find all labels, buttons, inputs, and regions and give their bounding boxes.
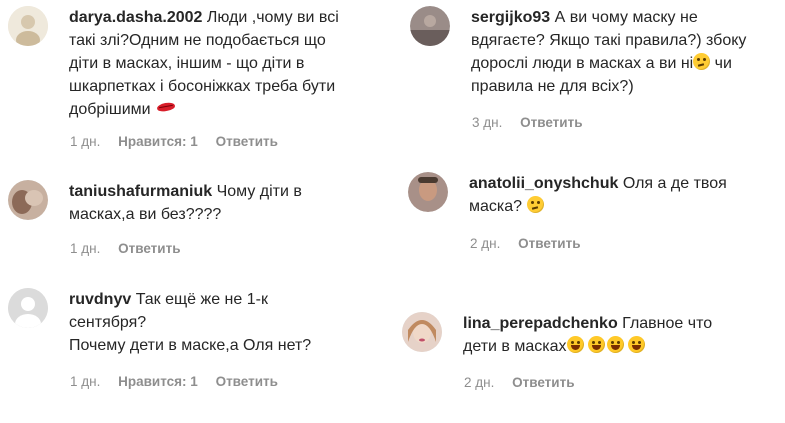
avatar[interactable] bbox=[8, 6, 48, 46]
comment-meta: 3 дн. Ответить bbox=[472, 115, 597, 130]
comment-line: Люди ,чому ви всі bbox=[206, 9, 339, 26]
comment-line: шкарпетках і босоніжках треба бути bbox=[69, 78, 336, 95]
comment-line: добрішими bbox=[69, 101, 151, 118]
comment-time[interactable]: 3 дн. bbox=[472, 115, 502, 130]
comment-text: sergijko93 А ви чому маску не вдягаєте? … bbox=[471, 6, 781, 98]
comment: taniushafurmaniuk Чому діти в масках,а в… bbox=[8, 180, 388, 270]
comment-username[interactable]: sergijko93 bbox=[471, 9, 550, 26]
comment-username[interactable]: ruvdnyv bbox=[69, 291, 131, 308]
comment-line-tail: чи bbox=[710, 55, 732, 72]
comment: anatolii_onyshchuk Оля а де твоя маска? … bbox=[408, 172, 778, 262]
thinking-face-icon bbox=[526, 196, 544, 213]
comment-body: ruvdnyv Так ещё же не 1-к сентября? Поче… bbox=[69, 288, 389, 357]
comments-panel: darya.dasha.2002 Люди ,чому ви всі такі … bbox=[0, 0, 785, 423]
reply-button[interactable]: Ответить bbox=[216, 134, 278, 149]
comment-meta: 1 дн. Нравится: 1 Ответить bbox=[70, 134, 292, 149]
reply-button[interactable]: Ответить bbox=[512, 375, 574, 390]
reply-button[interactable]: Ответить bbox=[518, 236, 580, 251]
comment-line: дети в масках bbox=[463, 338, 567, 355]
comment-meta: 1 дн. Нравится: 1 Ответить bbox=[70, 374, 292, 389]
comment-line: Главное что bbox=[622, 315, 713, 332]
reply-button[interactable]: Ответить bbox=[520, 115, 582, 130]
comment-line: дорослі люди в масках а ви ні bbox=[471, 55, 694, 72]
comment-body: sergijko93 А ви чому маску не вдягаєте? … bbox=[471, 6, 781, 98]
comment-username[interactable]: anatolii_onyshchuk bbox=[469, 175, 618, 192]
reply-button[interactable]: Ответить bbox=[216, 374, 278, 389]
comment-body: anatolii_onyshchuk Оля а де твоя маска? bbox=[469, 172, 779, 218]
comment: ruvdnyv Так ещё же не 1-к сентября? Поче… bbox=[8, 288, 388, 398]
comment: darya.dasha.2002 Люди ,чому ви всі такі … bbox=[8, 6, 388, 156]
comment-line: Так ещё же не 1-к bbox=[135, 291, 268, 308]
comment-line: вдягаєте? Якщо такі правила?) збоку bbox=[471, 32, 747, 49]
reply-button[interactable]: Ответить bbox=[118, 241, 180, 256]
comment-username[interactable]: lina_perepadchenko bbox=[463, 315, 618, 332]
avatar-image-icon bbox=[402, 312, 442, 352]
comment-time[interactable]: 1 дн. bbox=[70, 374, 100, 389]
comment-time[interactable]: 2 дн. bbox=[470, 236, 500, 251]
avatar[interactable] bbox=[402, 312, 442, 352]
likes-count[interactable]: Нравится: 1 bbox=[118, 374, 198, 389]
comment-meta: 2 дн. Ответить bbox=[470, 236, 595, 251]
comment-text: lina_perepadchenko Главное что дети в ма… bbox=[463, 312, 773, 358]
comment-meta: 2 дн. Ответить bbox=[464, 375, 589, 390]
avatar[interactable] bbox=[408, 172, 448, 212]
comment-line: Оля а де твоя bbox=[622, 175, 727, 192]
comment-time[interactable]: 2 дн. bbox=[464, 375, 494, 390]
kiss-mark-icon bbox=[155, 101, 177, 115]
avatar[interactable] bbox=[8, 288, 48, 328]
comment-time[interactable]: 1 дн. bbox=[70, 134, 100, 149]
avatar[interactable] bbox=[410, 6, 450, 46]
default-avatar-icon bbox=[8, 288, 48, 328]
rolling-laughing-face-icon bbox=[628, 336, 646, 353]
comment-line: масках,а ви без???? bbox=[69, 206, 222, 223]
comment-username[interactable]: taniushafurmaniuk bbox=[69, 183, 212, 200]
comment: sergijko93 А ви чому маску не вдягаєте? … bbox=[410, 6, 780, 136]
comment: lina_perepadchenko Главное что дети в ма… bbox=[402, 312, 777, 402]
likes-count[interactable]: Нравится: 1 bbox=[118, 134, 198, 149]
comment-body: taniushafurmaniuk Чому діти в масках,а в… bbox=[69, 180, 389, 226]
comment-line: А ви чому маску не bbox=[554, 9, 698, 26]
comment-body: darya.dasha.2002 Люди ,чому ви всі такі … bbox=[69, 6, 389, 121]
avatar-image-icon bbox=[408, 172, 448, 212]
comment-text: anatolii_onyshchuk Оля а де твоя маска? bbox=[469, 172, 779, 218]
comment-time[interactable]: 1 дн. bbox=[70, 241, 100, 256]
avatar-image-icon bbox=[8, 6, 48, 46]
comment-line: маска? bbox=[469, 198, 523, 215]
avatar-image-icon bbox=[410, 6, 450, 46]
comment-line: сентября? bbox=[69, 314, 147, 331]
comment-line: правила не для всіх?) bbox=[471, 78, 634, 95]
comment-line: діти в масках, іншим - що діти в bbox=[69, 55, 305, 72]
comment-line: Чому діти в bbox=[216, 183, 302, 200]
comment-meta: 1 дн. Ответить bbox=[70, 241, 195, 256]
comment-username[interactable]: darya.dasha.2002 bbox=[69, 9, 202, 26]
avatar-image-icon bbox=[8, 180, 48, 220]
rolling-laughing-face-icon bbox=[566, 336, 584, 353]
comment-text: ruvdnyv Так ещё же не 1-к сентября? Поче… bbox=[69, 288, 389, 357]
comment-line: Почему дети в маске,а Оля нет? bbox=[69, 337, 312, 354]
rolling-laughing-face-icon bbox=[587, 336, 605, 353]
avatar[interactable] bbox=[8, 180, 48, 220]
rolling-laughing-face-icon bbox=[606, 336, 624, 353]
comment-body: lina_perepadchenko Главное что дети в ма… bbox=[463, 312, 773, 358]
comment-text: darya.dasha.2002 Люди ,чому ви всі такі … bbox=[69, 6, 389, 121]
comment-text: taniushafurmaniuk Чому діти в масках,а в… bbox=[69, 180, 389, 226]
comment-line: такі злі?Одним не подобається що bbox=[69, 32, 326, 49]
thinking-face-icon bbox=[693, 53, 711, 70]
